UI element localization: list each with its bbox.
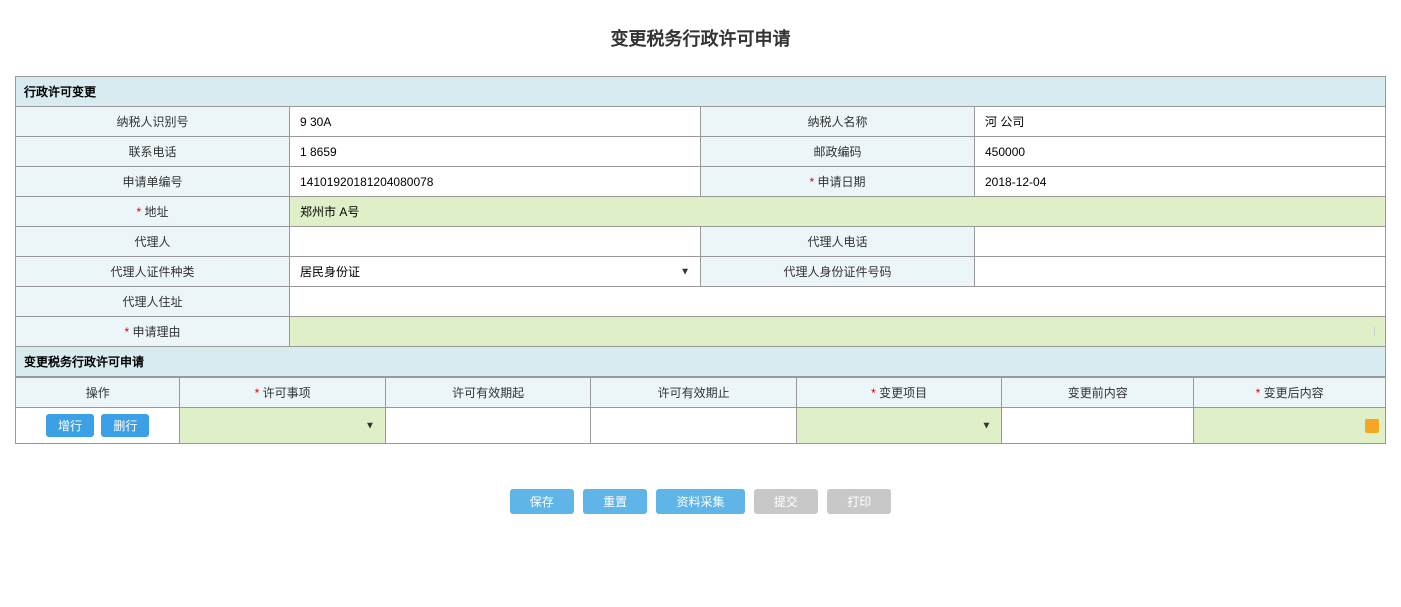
label-taxpayer-name: 纳税人名称: [701, 107, 975, 137]
detail-icon[interactable]: [1365, 419, 1379, 433]
cell-before[interactable]: [1002, 408, 1194, 444]
label-reason: 申请理由: [16, 317, 290, 347]
value-taxpayer-name: 河 公司: [975, 107, 1386, 137]
value-reason[interactable]: [290, 317, 1386, 347]
label-app-date: 申请日期: [701, 167, 975, 197]
form-table-main: 行政许可变更 纳税人识别号 9 30A 纳税人名称 河 公司 联系电话 1 86…: [15, 76, 1386, 377]
label-app-no: 申请单编号: [16, 167, 290, 197]
col-change-item: 变更项目: [796, 378, 1002, 408]
cell-after[interactable]: [1194, 408, 1386, 444]
add-row-button[interactable]: 增行: [46, 414, 94, 437]
value-phone: 1 8659: [290, 137, 701, 167]
submit-button: 提交: [754, 489, 818, 514]
cell-license-item[interactable]: [180, 408, 386, 444]
grid-data-row: 增行 删行: [16, 408, 1386, 444]
cell-op: 增行 删行: [16, 408, 180, 444]
value-agent-id-no[interactable]: [975, 257, 1386, 287]
value-app-no: 14101920181204080078: [290, 167, 701, 197]
value-agent-phone[interactable]: [975, 227, 1386, 257]
col-before: 变更前内容: [1002, 378, 1194, 408]
col-op: 操作: [16, 378, 180, 408]
value-agent-addr[interactable]: [290, 287, 1386, 317]
grid-table: 操作 许可事项 许可有效期起 许可有效期止 变更项目 变更前内容 变更后内容 增…: [15, 377, 1386, 444]
grid-header-row: 操作 许可事项 许可有效期起 许可有效期止 变更项目 变更前内容 变更后内容: [16, 378, 1386, 408]
label-postcode: 邮政编码: [701, 137, 975, 167]
save-button[interactable]: 保存: [510, 489, 574, 514]
label-agent-id-type: 代理人证件种类: [16, 257, 290, 287]
cell-change-item[interactable]: [796, 408, 1002, 444]
value-address[interactable]: 郑州市 A号: [290, 197, 1386, 227]
value-postcode: 450000: [975, 137, 1386, 167]
reset-button[interactable]: 重置: [583, 489, 647, 514]
label-agent: 代理人: [16, 227, 290, 257]
section1-header: 行政许可变更: [16, 77, 1386, 107]
del-row-button[interactable]: 删行: [101, 414, 149, 437]
section2-header: 变更税务行政许可申请: [16, 347, 1386, 377]
cell-valid-to[interactable]: [591, 408, 797, 444]
label-agent-id-no: 代理人身份证件号码: [701, 257, 975, 287]
collect-button[interactable]: 资料采集: [656, 489, 744, 514]
col-after: 变更后内容: [1194, 378, 1386, 408]
col-valid-to: 许可有效期止: [591, 378, 797, 408]
value-taxpayer-id: 9 30A: [290, 107, 701, 137]
label-address: 地址: [16, 197, 290, 227]
label-agent-addr: 代理人住址: [16, 287, 290, 317]
label-agent-phone: 代理人电话: [701, 227, 975, 257]
value-agent-id-type[interactable]: 居民身份证: [290, 257, 701, 287]
cell-valid-from[interactable]: [385, 408, 591, 444]
value-app-date: 2018-12-04: [975, 167, 1386, 197]
action-bar: 保存 重置 资料采集 提交 打印: [15, 489, 1386, 514]
label-phone: 联系电话: [16, 137, 290, 167]
col-license-item: 许可事项: [180, 378, 386, 408]
print-button: 打印: [827, 489, 891, 514]
value-agent[interactable]: [290, 227, 701, 257]
label-taxpayer-id: 纳税人识别号: [16, 107, 290, 137]
col-valid-from: 许可有效期起: [385, 378, 591, 408]
page-title: 变更税务行政许可申请: [15, 10, 1386, 76]
